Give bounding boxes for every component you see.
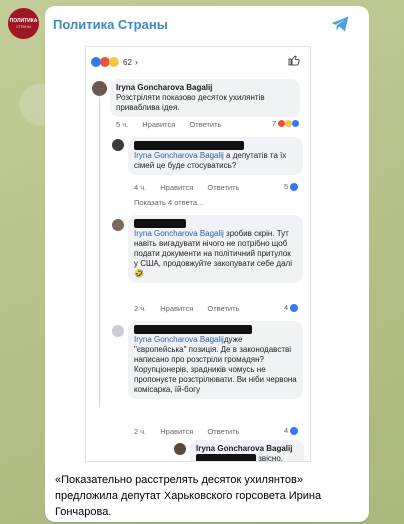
chevron-right-icon: › [134,57,138,67]
thumbs-up-icon[interactable] [288,54,300,66]
commenter-avatar[interactable] [174,443,186,455]
comment-body: Iryna Goncharova Bagalij звісно, [190,440,304,462]
reaction-number: 5 [284,182,289,191]
redacted-text [196,454,256,461]
comment-time: 5 ч. [116,120,129,129]
channel-avatar-subtext: СТРАНЫ [16,24,31,29]
redacted-author [134,219,186,229]
angry-reaction-icon [278,120,286,127]
comment-body: Iryna Goncharova Bagalijдуже "європейськ… [128,321,303,399]
comment-text: Розстріляти показово десяток ухилянтів п… [116,93,265,112]
like-link[interactable]: Нравится [142,120,175,129]
commenter-avatar[interactable] [112,139,124,151]
mention-link[interactable]: Iryna Goncharova Bagalij [134,229,224,238]
reaction-number: 4 [284,426,289,435]
channel-avatar[interactable]: ПОЛИТИКА СТРАНЫ [8,8,39,39]
reactions-summary[interactable]: 62 › [91,57,138,67]
comment-meta: 2 ч. Нравится Ответить [134,427,239,436]
like-reaction-icon [290,303,299,312]
show-replies-link[interactable]: Показать 4 ответа... [134,198,203,207]
like-link[interactable]: Нравится [160,183,193,192]
reply-link[interactable]: Ответить [189,120,221,129]
wow-reaction-icon [109,57,119,67]
share-icon[interactable] [330,14,350,34]
mention-link[interactable]: Iryna Goncharova Bagalij [134,151,224,160]
comment-reaction-count: 5 [284,182,299,191]
post-caption: «Показательно расстрелять десяток ухилян… [55,474,322,518]
comment-time: 4 ч. [134,183,147,192]
commenter-avatar[interactable] [112,325,124,337]
comment-reaction-count: 4 [284,303,299,312]
comment-text: звісно, [258,454,284,462]
embedded-screenshot[interactable]: 62 › Iryna Goncharova Bagalij Розстрілят… [85,46,311,462]
commenter-avatar[interactable] [112,219,124,231]
comment-meta: 5 ч. Нравится Ответить [116,120,221,129]
comment-time: 2 ч. [134,427,147,436]
like-reaction-icon [290,426,299,435]
comment-meta: 2 ч. Нравится Ответить [134,304,239,313]
comment-author[interactable]: Iryna Goncharova Bagalij [196,444,298,454]
comment-author[interactable]: Iryna Goncharova Bagalij [116,83,294,93]
redacted-author [134,325,252,335]
like-reaction-icon [290,182,299,191]
like-link[interactable]: Нравится [160,427,193,436]
comment-body: Iryna Goncharova Bagalij Розстріляти пок… [110,79,300,117]
reply-link[interactable]: Ответить [207,304,239,313]
comment-body: Iryna Goncharova Bagalij а депутатів та … [128,137,303,175]
like-reaction-icon [292,120,300,127]
thread-line [99,97,100,407]
comment-body: Iryna Goncharova Bagalij зробив скрін. Т… [128,215,303,283]
reactions-count: 62 [123,57,132,67]
comment-reaction-count: 4 [284,426,299,435]
reply-link[interactable]: Ответить [207,183,239,192]
comment-meta: 4 ч. Нравится Ответить [134,183,239,192]
wow-reaction-icon [285,120,293,127]
comment-reaction-count: 7 [272,119,300,128]
reaction-number: 7 [272,119,277,128]
like-link[interactable]: Нравится [160,304,193,313]
mention-link[interactable]: Iryna Goncharova Bagalij [134,335,224,344]
message-bubble: Политика Страны 62 › Iryna Goncharova Ba… [45,6,369,522]
comment-time: 2 ч. [134,304,147,313]
reaction-number: 4 [284,303,289,312]
commenter-avatar[interactable] [92,81,107,96]
redacted-author [134,141,244,151]
channel-name[interactable]: Политика Страны [53,17,168,32]
reply-link[interactable]: Ответить [207,427,239,436]
